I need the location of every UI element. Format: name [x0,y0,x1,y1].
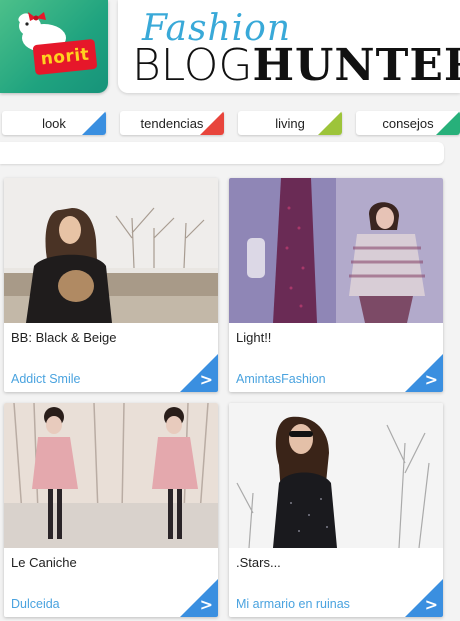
post-card[interactable]: Le Caniche Dulceida > [4,403,218,617]
post-card[interactable]: .Stars... Mi armario en ruinas > [229,403,443,617]
tab-label: consejos [382,115,434,131]
post-photo[interactable] [229,178,443,323]
post-author-link[interactable]: Addict Smile [11,372,80,386]
tab-label: living [275,115,305,131]
post-photo[interactable] [4,403,218,548]
brand-main-title: BLOGHUNTER [132,44,460,88]
logo-text: norit [39,44,91,70]
chevron-right-icon: > [424,595,438,614]
post-title[interactable]: Light!! [236,330,271,345]
post-author-link[interactable]: Dulceida [11,597,60,611]
chevron-right-icon: > [199,595,213,614]
post-author-link[interactable]: Mi armario en ruinas [236,597,350,611]
search-bar[interactable] [0,142,444,164]
tab-corner-icon [436,111,460,135]
brand-title-thin: BLOG [132,40,253,91]
norit-logo[interactable]: norit [0,0,108,93]
norit-badge: norit [32,38,98,76]
post-card[interactable]: Light!! AmintasFashion > [229,178,443,392]
brand-header: Fashion BLOGHUNTER [118,0,460,93]
tab-consejos[interactable]: consejos [356,111,460,135]
post-title[interactable]: Le Caniche [11,555,77,570]
tab-look[interactable]: look [2,111,106,135]
tab-tendencias[interactable]: tendencias [120,111,224,135]
brand-title-bold: HUNTER [252,40,460,91]
post-title[interactable]: BB: Black & Beige [11,330,117,345]
post-author-link[interactable]: AmintasFashion [236,372,326,386]
tab-corner-icon [200,111,224,135]
chevron-right-icon: > [424,370,438,389]
tab-living[interactable]: living [238,111,342,135]
category-tabs: look tendencias living consejos [0,111,460,135]
tab-label: look [42,115,66,131]
tab-corner-icon [318,111,342,135]
tab-label: tendencias [140,115,204,131]
post-photo[interactable] [229,403,443,548]
tab-corner-icon [82,111,106,135]
post-card[interactable]: BB: Black & Beige Addict Smile > [4,178,218,392]
post-title[interactable]: .Stars... [236,555,281,570]
post-photo[interactable] [4,178,218,323]
chevron-right-icon: > [199,370,213,389]
